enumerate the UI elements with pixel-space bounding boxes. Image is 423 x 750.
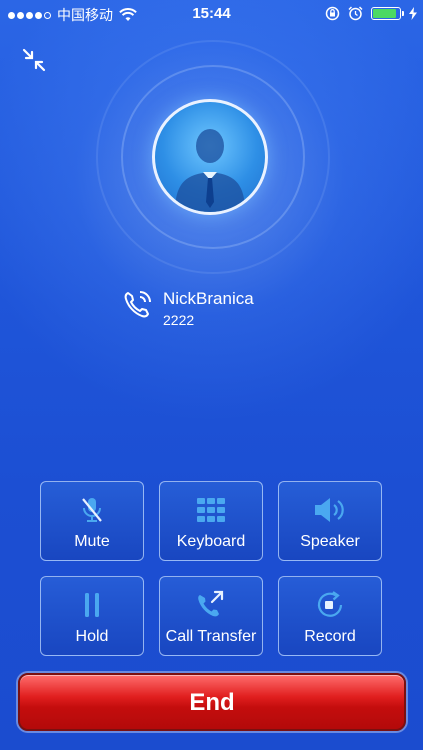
keyboard-button[interactable]: Keyboard (159, 481, 263, 561)
avatar (152, 99, 268, 215)
battery-icon (371, 7, 404, 20)
end-call-button[interactable]: End (18, 673, 406, 731)
mute-label: Mute (74, 533, 110, 550)
incoming-call-icon (124, 291, 151, 318)
keypad-icon (197, 498, 225, 522)
hold-button[interactable]: Hold (40, 576, 144, 656)
call-transfer-label: Call Transfer (165, 628, 257, 645)
speaker-icon (315, 498, 344, 522)
minimize-icon[interactable] (20, 46, 48, 74)
speaker-label: Speaker (300, 533, 360, 550)
battery-level (373, 9, 397, 18)
mute-icon (82, 498, 102, 522)
alarm-icon (348, 6, 363, 21)
caller-name: NickBranica (163, 289, 254, 308)
person-icon (175, 129, 245, 212)
pause-icon (85, 593, 99, 617)
record-label: Record (304, 628, 356, 645)
record-button[interactable]: Record (278, 576, 382, 656)
speaker-button[interactable]: Speaker (278, 481, 382, 561)
end-call-label: End (189, 689, 235, 716)
keyboard-label: Keyboard (176, 533, 246, 550)
record-icon (317, 591, 343, 617)
hold-label: Hold (75, 628, 109, 645)
mute-button[interactable]: Mute (40, 481, 144, 561)
rotation-lock-icon (325, 6, 340, 21)
caller-number: 2222 (163, 312, 195, 328)
status-bar: 中国移动 15:44 (0, 0, 423, 28)
call-transfer-icon (198, 590, 224, 617)
charging-icon (409, 7, 417, 20)
status-right (325, 6, 417, 21)
call-transfer-button[interactable]: Call Transfer (159, 576, 263, 656)
